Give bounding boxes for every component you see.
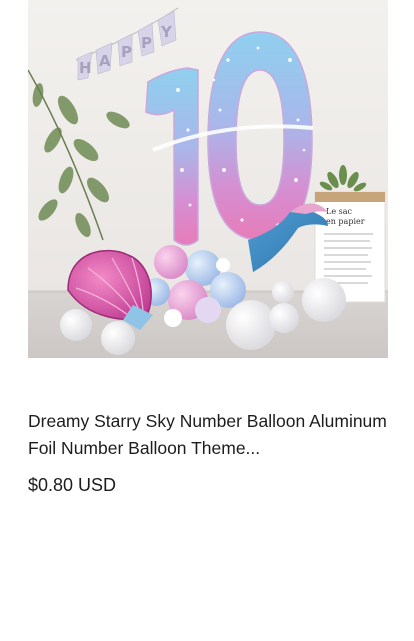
svg-text:P: P	[141, 34, 152, 52]
product-image[interactable]: H A P P Y Le sac en papier	[28, 0, 388, 358]
bag-title-2: en papier	[326, 217, 365, 226]
svg-text:Y: Y	[160, 23, 173, 41]
svg-text:P: P	[121, 43, 132, 61]
bag-title-1: Le sac	[326, 207, 352, 216]
product-title[interactable]: Dreamy Starry Sky Number Balloon Aluminu…	[28, 408, 388, 462]
svg-text:H: H	[79, 59, 92, 77]
product-photo: H A P P Y Le sac en papier	[28, 0, 388, 358]
svg-text:A: A	[99, 52, 111, 70]
product-price: $0.80 USD	[28, 475, 117, 495]
product-card[interactable]: H A P P Y Le sac en papier Dreamy Starry…	[0, 0, 414, 641]
